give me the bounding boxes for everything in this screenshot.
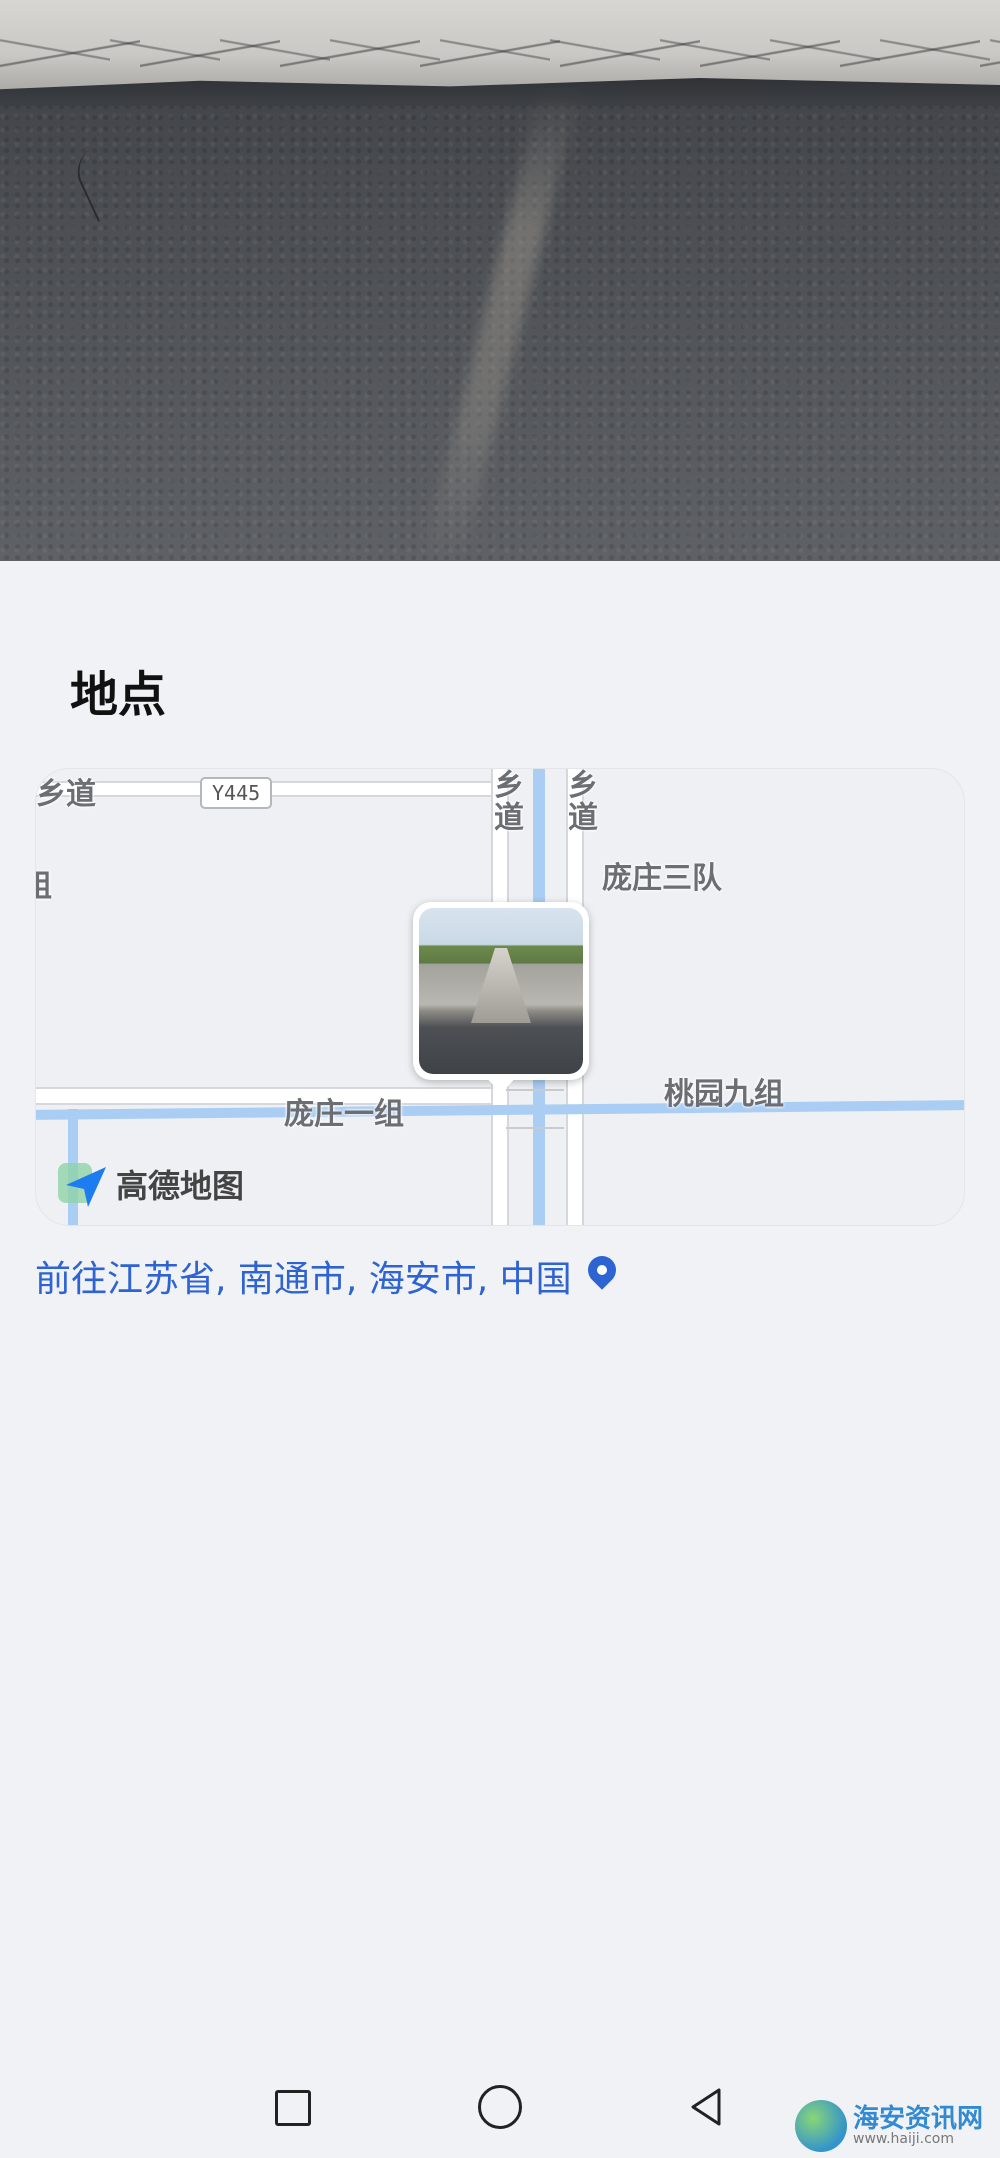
map-label-xiangdao-left: 乡道 — [36, 777, 96, 812]
section-title-location: 地点 — [70, 667, 167, 723]
back-triangle-icon[interactable] — [683, 2082, 733, 2132]
location-link[interactable]: 前往江苏省, 南通市, 海安市, 中国 — [35, 1250, 618, 1302]
location-pin-icon — [586, 1256, 618, 1296]
map-label-xiangdao-v2: 乡道 — [562, 769, 597, 833]
amap-arrow-icon — [58, 1159, 108, 1209]
map-label-xiangdao-v1: 乡道 — [488, 769, 523, 833]
intersection-box — [506, 1089, 564, 1129]
cobblestone-area — [0, 0, 1000, 92]
watermark-url: www.haiji.com — [853, 2131, 954, 2147]
map-card[interactable]: 乡道 Y445 乡道 乡道 组 庞庄三队 庞庄一组 桃园九组 高德地图 — [35, 768, 965, 1226]
home-circle-icon[interactable] — [475, 2082, 525, 2132]
watermark-logo: 海安资讯网 www.haiji.com — [795, 2100, 983, 2152]
map-label-pangzhuang-sandui: 庞庄三队 — [602, 861, 722, 896]
road-pangzhuang-yizu — [36, 1087, 496, 1105]
amap-logo: 高德地图 — [58, 1159, 244, 1209]
header-photo[interactable] — [0, 0, 1000, 561]
map-label-taoyuan-jiuzu: 桃园九组 — [664, 1077, 784, 1112]
watermark-globe-icon — [795, 2100, 847, 2152]
photo-location-pin[interactable] — [413, 902, 589, 1080]
location-link-text: 前往江苏省, 南通市, 海安市, 中国 — [35, 1259, 572, 1300]
recents-square-icon[interactable] — [267, 2082, 317, 2132]
map-label-group-left: 组 — [36, 861, 52, 905]
road-crack — [68, 128, 164, 222]
amap-logo-text: 高德地图 — [116, 1167, 245, 1205]
map-label-pangzhuang-yizu: 庞庄一组 — [284, 1097, 404, 1132]
watermark-title: 海安资讯网 — [853, 2104, 984, 2134]
road-streak — [420, 90, 580, 561]
road-shield-y445: Y445 — [200, 777, 273, 809]
pin-thumbnail — [419, 908, 583, 1074]
